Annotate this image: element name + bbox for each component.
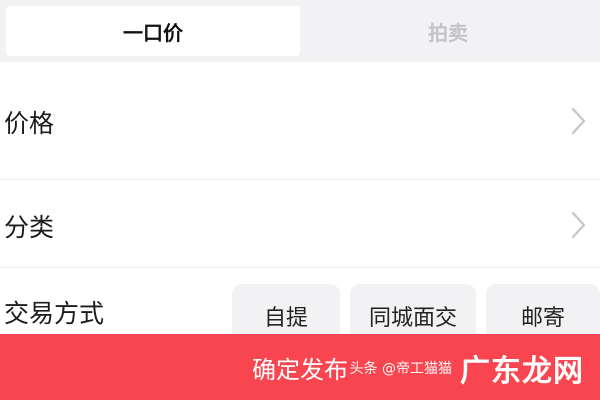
price-label: 价格 (4, 109, 55, 138)
watermark-brand: 广东龙网 (460, 354, 584, 389)
watermark-source: 头条 @帝工猫猫 (349, 361, 452, 377)
trade-option-mail[interactable]: 邮寄 (486, 284, 600, 338)
chevron-right-icon (571, 107, 586, 135)
category-label: 分类 (4, 213, 55, 242)
trade-method-label: 交易方式 (4, 299, 105, 328)
trade-option-self-pickup[interactable]: 自提 (232, 284, 340, 338)
chevron-right-icon (571, 211, 586, 239)
category-row[interactable]: 分类 (0, 180, 600, 268)
trade-option-local-meetup[interactable]: 同城面交 (350, 284, 476, 338)
watermark: 头条 @帝工猫猫 广东龙网 (349, 348, 584, 389)
tab-fixed-price[interactable]: 一口价 (6, 6, 300, 56)
trade-method-row: 交易方式 自提 同城面交 邮寄 (0, 268, 600, 338)
price-row[interactable]: 价格 (0, 62, 600, 180)
listing-type-tabs: 一口价 拍卖 (0, 0, 600, 62)
tab-auction[interactable]: 拍卖 (302, 6, 594, 56)
